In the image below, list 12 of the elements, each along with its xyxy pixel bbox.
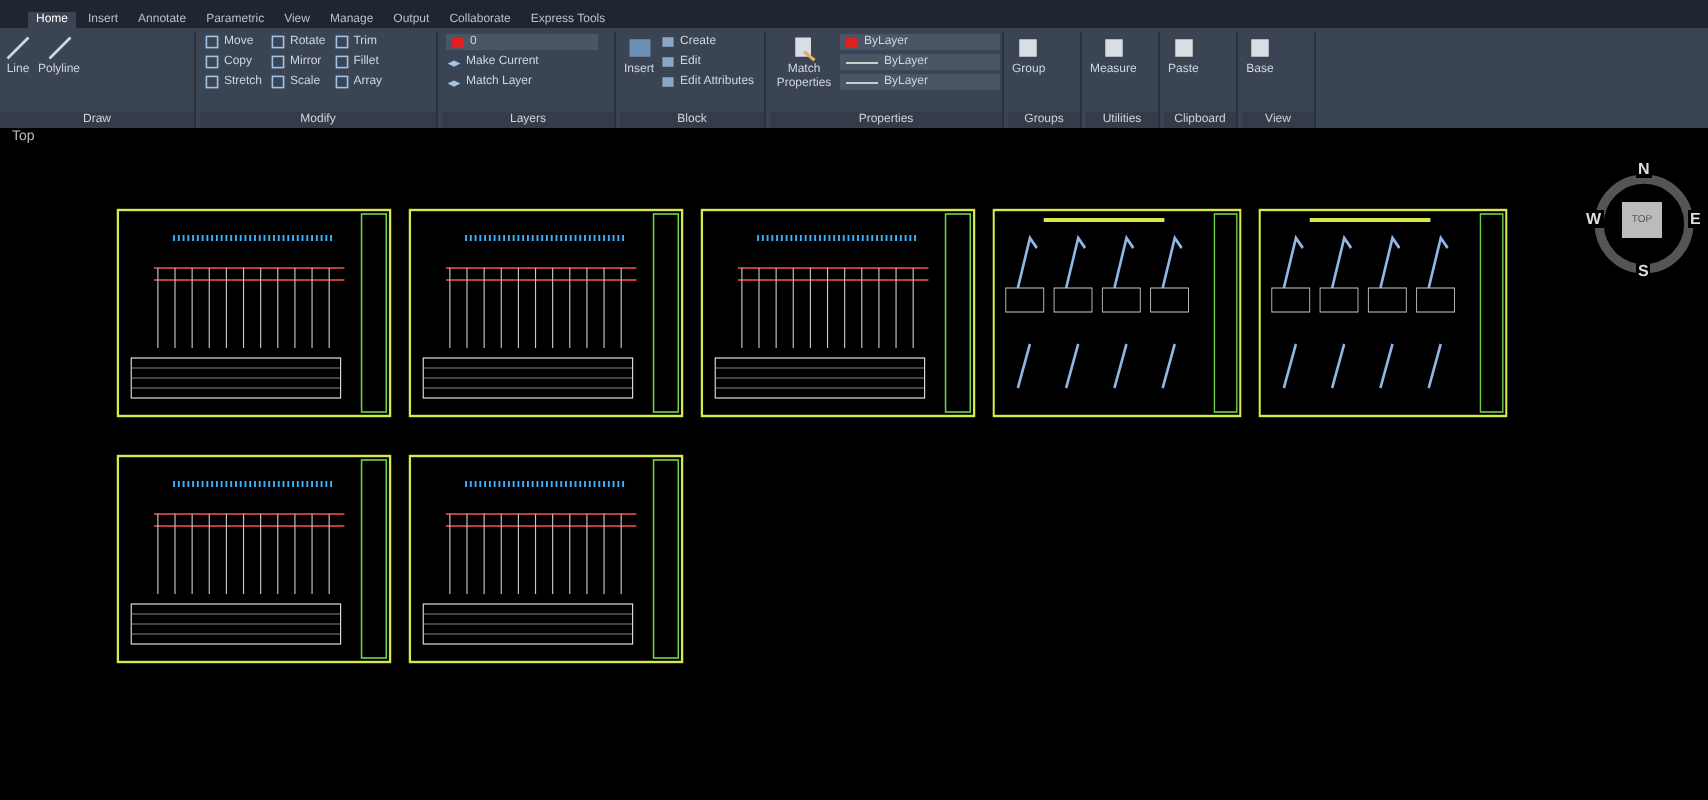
compass-south[interactable]: S: [1636, 262, 1651, 280]
compass-west[interactable]: W: [1584, 210, 1604, 228]
tool-icon[interactable]: [1014, 34, 1043, 62]
tool-icon[interactable]: [1099, 34, 1128, 62]
tool-icon[interactable]: [1169, 34, 1198, 62]
compass-north[interactable]: N: [1636, 160, 1652, 178]
match-properties-icon[interactable]: [790, 34, 818, 62]
line-tool-icon[interactable]: [4, 34, 32, 62]
line-tool-icon[interactable]: [45, 34, 73, 62]
compass-east[interactable]: E: [1688, 210, 1703, 228]
tool-icon[interactable]: [1246, 34, 1274, 62]
insert-block-icon[interactable]: [625, 34, 653, 62]
